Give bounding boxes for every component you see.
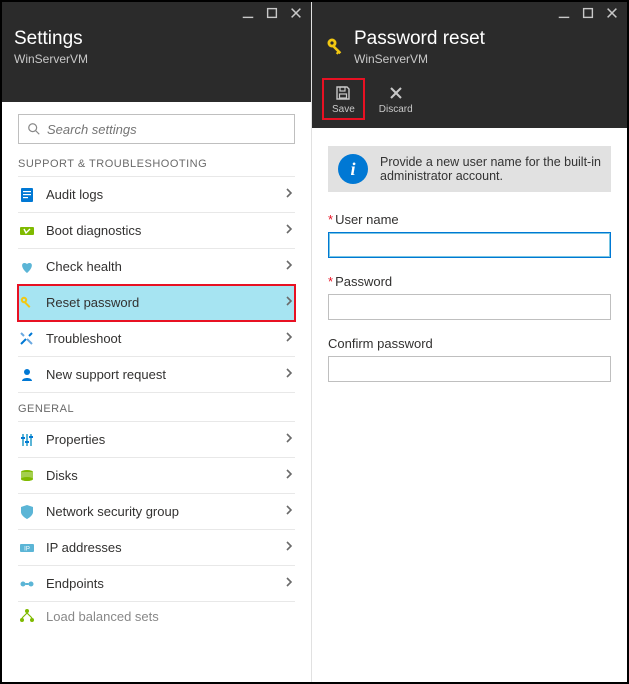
chevron-right-icon (283, 504, 295, 519)
username-input[interactable] (328, 232, 611, 258)
blade-title: Password reset (354, 28, 485, 50)
search-settings[interactable] (18, 114, 295, 144)
diagnostics-icon (18, 222, 36, 240)
sidebar-item-label: New support request (46, 367, 273, 382)
discard-button[interactable]: Discard (371, 80, 421, 118)
password-input[interactable] (328, 294, 611, 320)
search-icon (27, 122, 41, 136)
sidebar-item-label: IP addresses (46, 540, 273, 555)
search-input[interactable] (47, 122, 286, 137)
chevron-right-icon (283, 223, 295, 238)
log-icon (18, 186, 36, 204)
info-icon: i (338, 154, 368, 184)
minimize-icon[interactable] (241, 6, 255, 20)
save-button[interactable]: Save (324, 80, 363, 118)
blade-subtitle: WinServerVM (354, 52, 485, 66)
confirm-field-group: Confirm password (328, 336, 611, 382)
section-general-header: GENERAL (18, 403, 295, 415)
sidebar-item-endpoints[interactable]: Endpoints (18, 566, 295, 602)
minimize-icon[interactable] (557, 6, 571, 20)
chevron-right-icon (283, 187, 295, 202)
sidebar-item-label: Boot diagnostics (46, 223, 273, 238)
disks-icon (18, 467, 36, 485)
key-icon (18, 294, 36, 312)
sidebar-item-check-health[interactable]: Check health (18, 249, 295, 285)
maximize-icon[interactable] (265, 6, 279, 20)
sidebar-item-label: Load balanced sets (46, 609, 295, 624)
sidebar-item-label: Endpoints (46, 576, 273, 591)
chevron-right-icon (283, 295, 295, 310)
discard-icon (388, 85, 404, 101)
username-label: *User name (328, 212, 611, 227)
section-support-header: SUPPORT & TROUBLESHOOTING (18, 158, 295, 170)
properties-icon (18, 431, 36, 449)
settings-header: Settings WinServerVM (2, 2, 311, 102)
chevron-right-icon (283, 468, 295, 483)
password-reset-blade: Password reset WinServerVM Save Discard … (312, 2, 627, 682)
chevron-right-icon (283, 259, 295, 274)
chevron-right-icon (283, 540, 295, 555)
sidebar-item-audit-logs[interactable]: Audit logs (18, 177, 295, 213)
confirm-password-input[interactable] (328, 356, 611, 382)
chevron-right-icon (283, 432, 295, 447)
heart-icon (18, 258, 36, 276)
sidebar-item-label: Properties (46, 432, 273, 447)
sidebar-item-label: Check health (46, 259, 273, 274)
blade-subtitle: WinServerVM (14, 52, 88, 66)
sidebar-item-reset-password[interactable]: Reset password (18, 285, 295, 321)
sidebar-item-label: Disks (46, 468, 273, 483)
close-icon[interactable] (289, 6, 303, 20)
sidebar-item-troubleshoot[interactable]: Troubleshoot (18, 321, 295, 357)
username-field-group: *User name (328, 212, 611, 258)
save-label: Save (332, 104, 355, 115)
svg-text:IP: IP (24, 546, 30, 552)
blade-title: Settings (14, 28, 88, 50)
chevron-right-icon (283, 367, 295, 382)
confirm-label: Confirm password (328, 336, 611, 351)
sidebar-item-new-support[interactable]: New support request (18, 357, 295, 393)
sidebar-item-label: Network security group (46, 504, 273, 519)
discard-label: Discard (379, 104, 413, 115)
sidebar-item-boot-diagnostics[interactable]: Boot diagnostics (18, 213, 295, 249)
chevron-right-icon (283, 331, 295, 346)
sidebar-item-properties[interactable]: Properties (18, 422, 295, 458)
sidebar-item-label: Audit logs (46, 187, 273, 202)
close-icon[interactable] (605, 6, 619, 20)
save-icon (335, 85, 351, 101)
sidebar-item-load-balanced[interactable]: Load balanced sets (18, 602, 295, 630)
key-icon (324, 36, 346, 58)
shield-icon (18, 503, 36, 521)
password-label: *Password (328, 274, 611, 289)
settings-blade: Settings WinServerVM SUPPORT & TROUBLESH… (2, 2, 312, 682)
sidebar-item-ip[interactable]: IP IP addresses (18, 530, 295, 566)
lb-icon (18, 607, 36, 625)
support-icon (18, 366, 36, 384)
maximize-icon[interactable] (581, 6, 595, 20)
ip-icon: IP (18, 539, 36, 557)
chevron-right-icon (283, 576, 295, 591)
password-reset-header: Password reset WinServerVM Save Discard (312, 2, 627, 128)
sidebar-item-label: Reset password (46, 295, 273, 310)
password-field-group: *Password (328, 274, 611, 320)
tools-icon (18, 330, 36, 348)
info-text: Provide a new user name for the built-in… (380, 155, 601, 183)
sidebar-item-label: Troubleshoot (46, 331, 273, 346)
endpoints-icon (18, 575, 36, 593)
sidebar-item-nsg[interactable]: Network security group (18, 494, 295, 530)
sidebar-item-disks[interactable]: Disks (18, 458, 295, 494)
info-banner: i Provide a new user name for the built-… (328, 146, 611, 192)
